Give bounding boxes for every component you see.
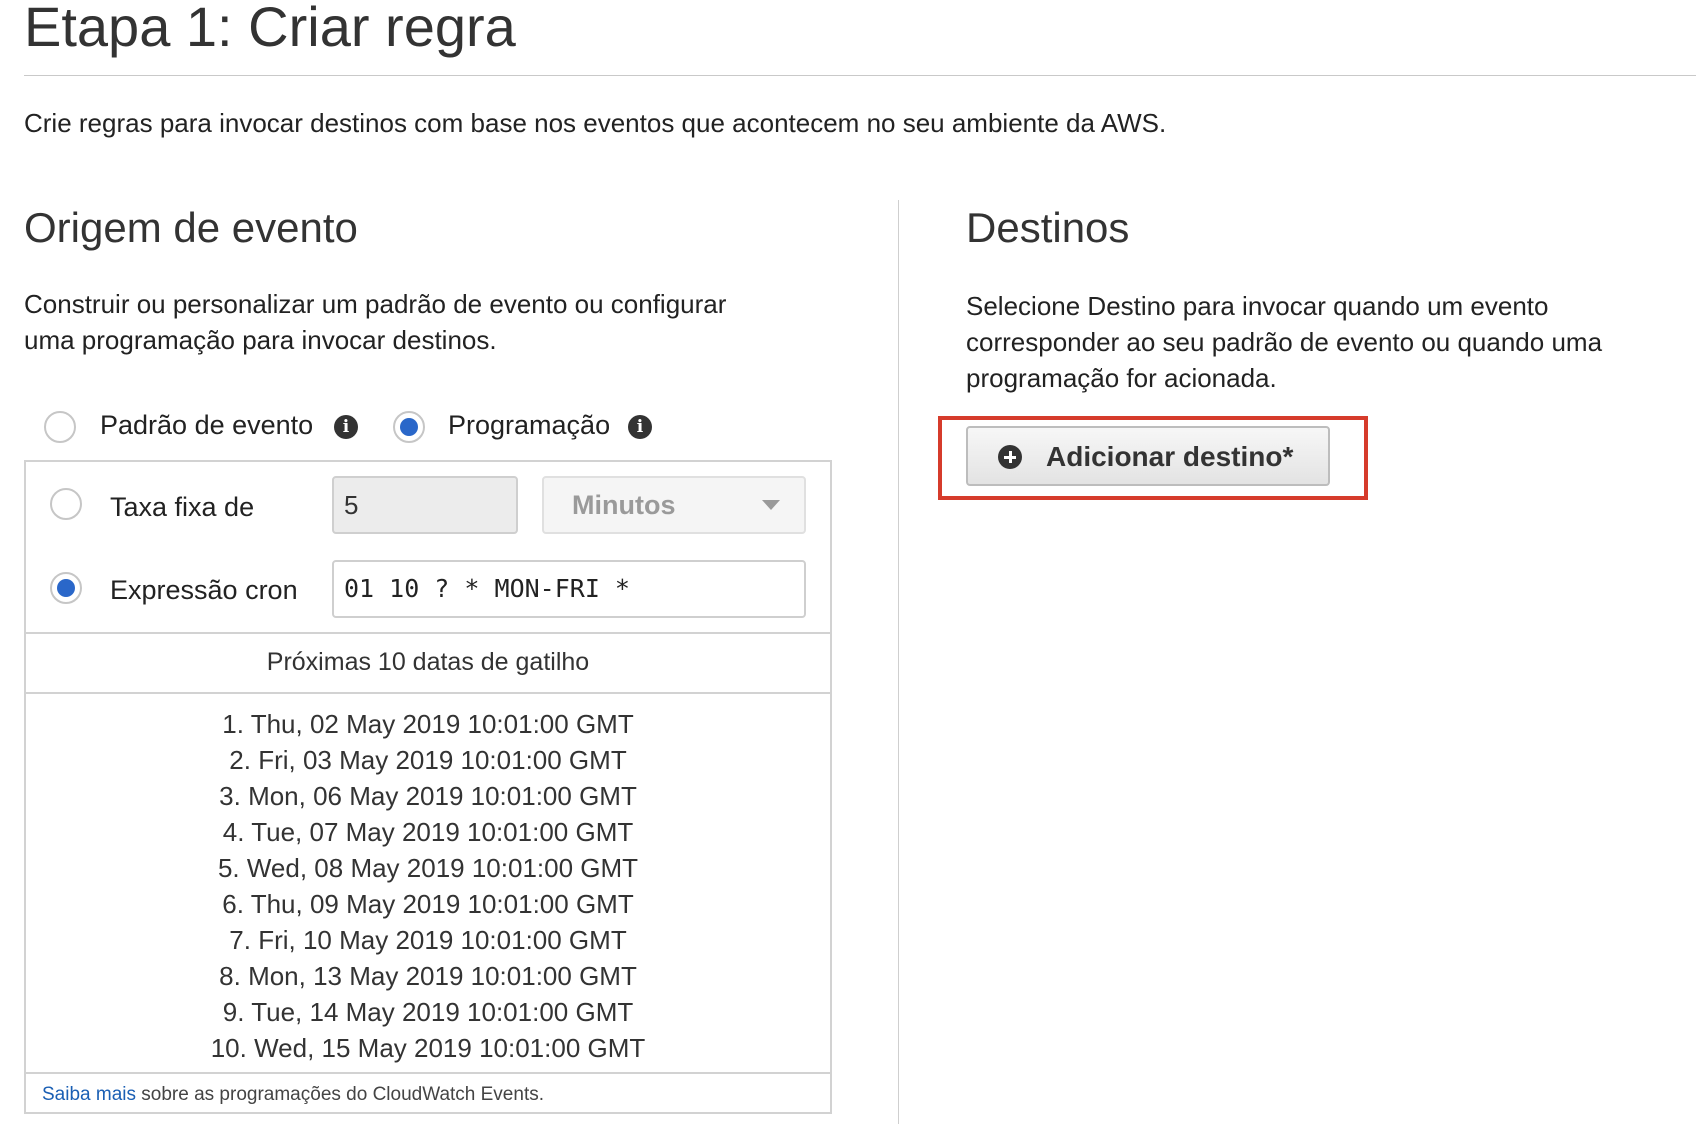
page-description: Crie regras para invocar destinos com ba…: [24, 108, 1167, 138]
cron-radio[interactable]: [50, 572, 82, 604]
plus-circle-icon: [998, 445, 1022, 469]
event-source-title: Origem de evento: [24, 204, 358, 251]
schedule-info-icon[interactable]: i: [628, 415, 652, 439]
trigger-date-item: 10. Wed, 15 May 2019 10:01:00 GMT: [210, 1033, 646, 1063]
targets-description-line: Selecione Destino para invocar quando um…: [966, 291, 1549, 321]
schedule-radio[interactable]: [393, 411, 425, 443]
panel-divider: [26, 632, 830, 634]
cron-expression-input[interactable]: 01 10 ? * MON-FRI *: [332, 560, 806, 618]
targets-title: Destinos: [966, 204, 1130, 251]
trigger-date-item: 4. Tue, 07 May 2019 10:01:00 GMT: [222, 817, 634, 847]
trigger-date-item: 1. Thu, 02 May 2019 10:01:00 GMT: [222, 709, 634, 739]
column-divider: [898, 200, 899, 1124]
trigger-dates-list: 1. Thu, 02 May 2019 10:01:00 GMT 2. Fri,…: [26, 706, 830, 1066]
add-target-button[interactable]: Adicionar destino*: [966, 426, 1330, 486]
targets-description-line: corresponder ao seu padrão de evento ou …: [966, 327, 1603, 357]
learn-more-link[interactable]: Saiba mais: [42, 1084, 136, 1105]
fixed-rate-unit-select[interactable]: Minutos: [542, 476, 806, 534]
schedule-footer-note: Saiba mais sobre as programações do Clou…: [42, 1084, 544, 1106]
event-pattern-label[interactable]: Padrão de evento: [100, 410, 313, 441]
fixed-rate-unit-value: Minutos: [572, 490, 676, 520]
fixed-rate-radio[interactable]: [50, 488, 82, 520]
trigger-date-item: 9. Tue, 14 May 2019 10:01:00 GMT: [222, 997, 634, 1027]
schedule-panel: Taxa fixa de 5 Minutos Expressão cron 01…: [24, 460, 832, 1114]
fixed-rate-label[interactable]: Taxa fixa de: [110, 492, 254, 523]
trigger-date-item: 6. Thu, 09 May 2019 10:01:00 GMT: [222, 889, 634, 919]
trigger-dates-header: Próximas 10 datas de gatilho: [266, 648, 590, 676]
title-divider: [24, 75, 1696, 76]
panel-divider: [26, 1072, 830, 1074]
trigger-date-item: 5. Wed, 08 May 2019 10:01:00 GMT: [217, 853, 639, 883]
trigger-date-item: 2. Fri, 03 May 2019 10:01:00 GMT: [229, 745, 627, 775]
trigger-date-item: 8. Mon, 13 May 2019 10:01:00 GMT: [219, 961, 637, 991]
trigger-date-item: 3. Mon, 06 May 2019 10:01:00 GMT: [219, 781, 637, 811]
event-source-description-line: uma programação para invocar destinos.: [24, 325, 497, 355]
panel-divider: [26, 692, 830, 694]
targets-description-line: programação for acionada.: [966, 363, 1277, 393]
schedule-label[interactable]: Programação: [448, 410, 610, 441]
event-source-description: Construir ou personalizar um padrão de e…: [24, 286, 726, 358]
targets-description: Selecione Destino para invocar quando um…: [966, 288, 1602, 396]
event-pattern-info-icon[interactable]: i: [334, 415, 358, 439]
trigger-date-item: 7. Fri, 10 May 2019 10:01:00 GMT: [229, 925, 627, 955]
add-target-button-label: Adicionar destino*: [1046, 441, 1294, 472]
chevron-down-icon: [762, 500, 780, 510]
page-title: Etapa 1: Criar regra: [24, 0, 516, 58]
learn-more-text: sobre as programações do CloudWatch Even…: [141, 1084, 545, 1105]
event-pattern-radio[interactable]: [44, 411, 76, 443]
fixed-rate-value-input[interactable]: 5: [332, 476, 518, 534]
cron-label[interactable]: Expressão cron: [110, 575, 298, 606]
event-source-description-line: Construir ou personalizar um padrão de e…: [24, 289, 727, 319]
